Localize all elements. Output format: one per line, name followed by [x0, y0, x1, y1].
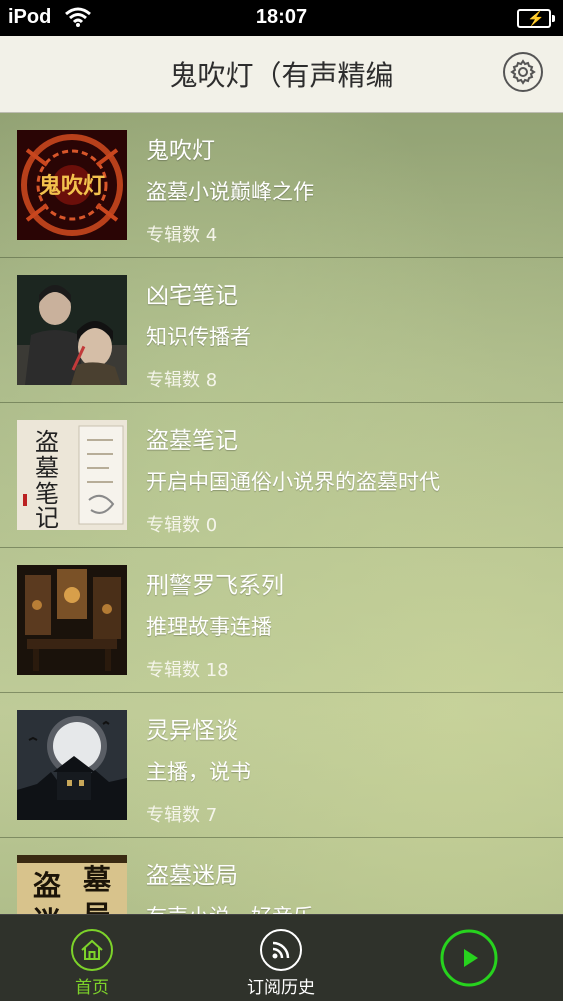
tab-history-label: 订阅历史: [247, 978, 315, 998]
settings-button[interactable]: [503, 52, 543, 92]
album-description: 盗墓小说巅峰之作: [146, 180, 314, 204]
home-icon: [71, 929, 113, 971]
page-title: 鬼吹灯（有声精编: [169, 59, 394, 92]
album-description: 推理故事连播: [146, 615, 272, 639]
album-title: 盗墓笔记: [146, 428, 238, 454]
album-description: 有声小说，好音乐: [146, 901, 314, 914]
album-count: 专辑数 18: [146, 660, 229, 681]
album-count: 专辑数 8: [146, 370, 218, 391]
album-cover: [17, 710, 127, 820]
album-title: 鬼吹灯: [146, 138, 215, 164]
album-title: 刑警罗飞系列: [146, 573, 284, 599]
list-item[interactable]: 灵异怪谈 主播，说书 专辑数 7: [0, 693, 563, 838]
status-time: 18:07: [255, 6, 308, 28]
play-button[interactable]: [439, 928, 499, 988]
tab-bar: 首页 订阅历史: [0, 914, 563, 1001]
list-item[interactable]: 刑警罗飞系列 推理故事连播 专辑数 18: [0, 548, 563, 693]
album-description: 知识传播者: [146, 325, 251, 349]
list-item[interactable]: 盗 墓 笔 记 盗墓笔记 开启中国通俗小说界的盗墓时代 专辑数 0: [0, 403, 563, 548]
app-screen: 鬼吹灯（有声精编 鬼吹灯 鬼吹灯 盗墓小说巅峰之作 专辑数 4 凶宅笔记 知识传…: [0, 36, 563, 1001]
album-description: 主播，说书: [146, 760, 251, 784]
album-description: 开启中国通俗小说界的盗墓时代: [146, 470, 440, 494]
battery-icon: ⚡: [517, 9, 555, 28]
list-item[interactable]: 凶宅笔记 知识传播者 专辑数 8: [0, 258, 563, 403]
cover-char: 墓: [82, 863, 112, 896]
album-title: 灵异怪谈: [146, 718, 238, 744]
cover-char: 墓: [35, 454, 59, 482]
album-count: 专辑数 4: [146, 225, 218, 246]
status-bar: iPod 18:07 ⚡: [0, 0, 563, 36]
cover-title: 鬼吹灯: [39, 173, 105, 199]
cover-char: 迷: [33, 905, 62, 914]
play-icon: [464, 949, 478, 967]
cover-char: 盗: [33, 869, 61, 902]
tab-history[interactable]: 订阅历史: [226, 915, 336, 1001]
gear-icon: [510, 59, 536, 85]
album-list: 鬼吹灯 鬼吹灯 盗墓小说巅峰之作 专辑数 4 凶宅笔记 知识传播者 专辑数 8 …: [0, 113, 563, 914]
album-count: 专辑数 7: [146, 805, 218, 826]
album-cover: 盗 墓 迷 局: [17, 855, 127, 914]
album-title: 凶宅笔记: [146, 283, 238, 309]
rss-icon: [260, 929, 302, 971]
album-cover: 鬼吹灯: [17, 130, 127, 240]
tab-home-label: 首页: [75, 978, 109, 998]
album-cover: [17, 565, 127, 675]
cover-char: 局: [83, 899, 111, 914]
list-item[interactable]: 盗 墓 迷 局 盗墓迷局 有声小说，好音乐: [0, 838, 563, 914]
list-item[interactable]: 鬼吹灯 鬼吹灯 盗墓小说巅峰之作 专辑数 4: [0, 113, 563, 258]
album-cover: [17, 275, 127, 385]
album-cover: 盗 墓 笔 记: [17, 420, 127, 530]
cover-char: 记: [35, 504, 59, 530]
tab-home[interactable]: 首页: [52, 915, 132, 1001]
navigation-bar: 鬼吹灯（有声精编: [0, 36, 563, 113]
cover-char: 盗: [35, 428, 59, 456]
album-title: 盗墓迷局: [146, 863, 238, 889]
album-count: 专辑数 0: [146, 515, 218, 536]
